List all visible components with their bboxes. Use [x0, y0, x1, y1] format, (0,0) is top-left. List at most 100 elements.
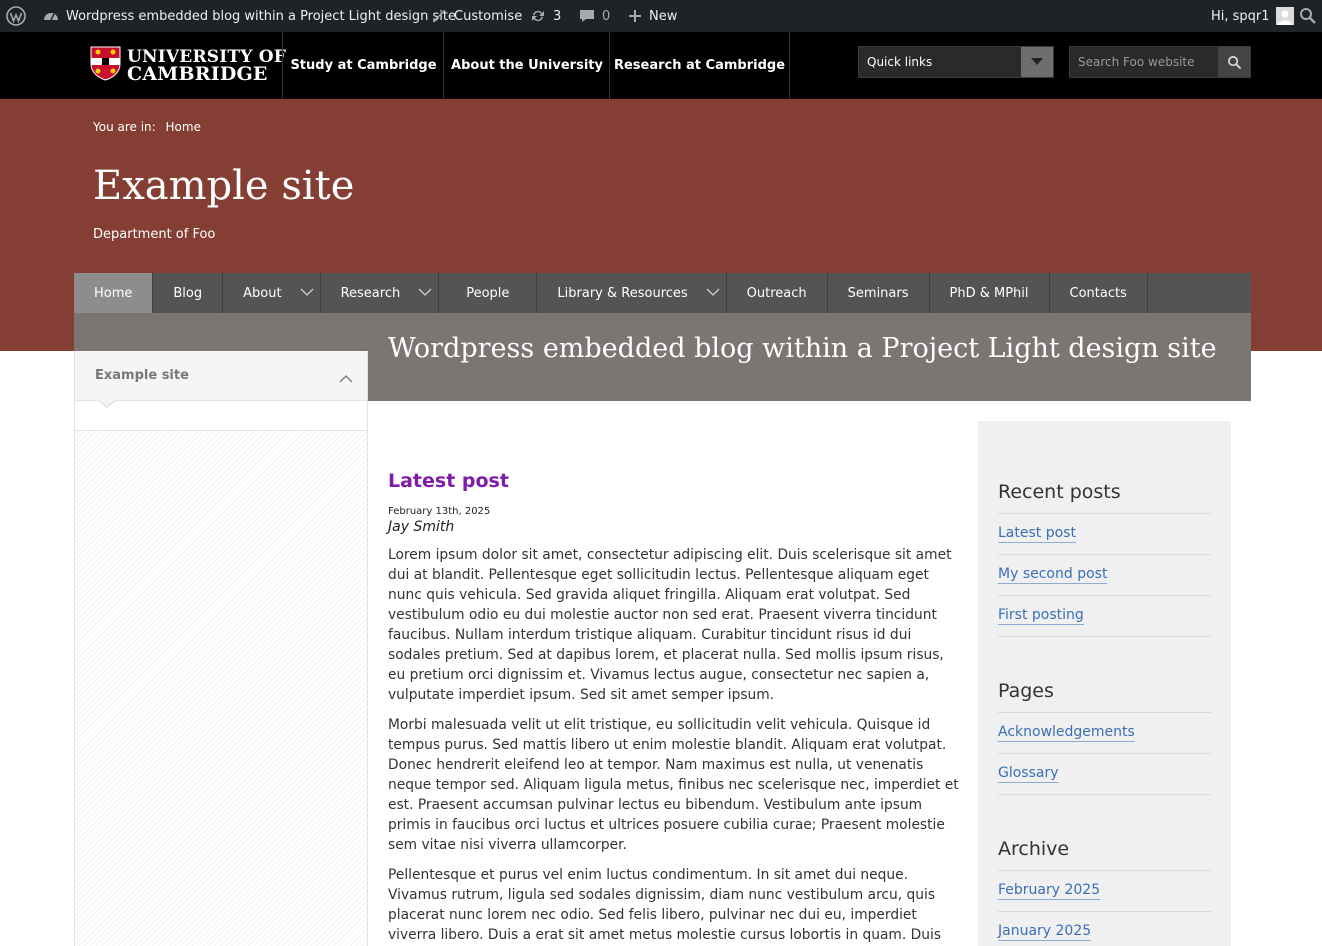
site-subtitle: Department of Foo — [93, 227, 216, 242]
nav-label: PhD & MPhil — [949, 285, 1029, 301]
post-paragraph: Lorem ipsum dolor sit amet, consectetur … — [388, 547, 952, 703]
nav-item-about[interactable]: About — [223, 273, 321, 313]
post-paragraph: Morbi malesuada velit ut elit tristique,… — [388, 717, 959, 853]
nav-label: Library & Resources — [557, 285, 688, 301]
nav-item-people[interactable]: People — [439, 273, 538, 313]
brush-icon — [430, 7, 448, 25]
main-nav: Home Blog About Research People Library … — [74, 273, 1251, 313]
chevron-down-icon — [1021, 47, 1053, 77]
comments-count: 0 — [602, 8, 611, 24]
list-item: February 2025 — [998, 871, 1211, 912]
chevron-down-icon[interactable] — [418, 285, 432, 303]
search-icon[interactable] — [1299, 0, 1317, 32]
breadcrumb: You are in: Home — [93, 120, 201, 134]
nav-label: Seminars — [847, 285, 909, 301]
list-item: Acknowledgements — [998, 713, 1211, 754]
site-title[interactable]: Example site — [93, 163, 354, 209]
chevron-down-icon[interactable] — [706, 285, 720, 303]
nav-label: Contacts — [1069, 285, 1127, 301]
search-button[interactable] — [1218, 47, 1250, 77]
recent-posts-widget: Recent posts Latest post My second post … — [998, 481, 1211, 637]
archive-widget: Archive February 2025 January 2025 — [998, 838, 1211, 946]
nav-label: Blog — [173, 285, 203, 301]
list-item: Latest post — [998, 514, 1211, 555]
wordpress-logo-icon[interactable] — [6, 0, 26, 32]
university-logo[interactable]: UNIVERSITY OF CAMBRIDGE — [90, 46, 286, 85]
list-item: First posting — [998, 596, 1211, 637]
site-name-link[interactable]: Wordpress embedded blog within a Project… — [42, 0, 456, 32]
quicklinks-label: Quick links — [867, 55, 933, 69]
post-title[interactable]: Latest post — [388, 470, 960, 492]
recent-post-link[interactable]: My second post — [998, 566, 1108, 584]
chevron-up-icon[interactable] — [339, 371, 353, 387]
nav-item-research[interactable]: Research — [321, 273, 440, 313]
nav-item-phd-mphil[interactable]: PhD & MPhil — [930, 273, 1050, 313]
nav-item-library[interactable]: Library & Resources — [537, 273, 727, 313]
list-item: Glossary — [998, 754, 1211, 795]
section-nav: Example site — [74, 351, 368, 946]
crest-icon — [90, 46, 121, 85]
nav-label: Research — [340, 285, 401, 301]
post-date: February 13th, 2025 — [388, 506, 491, 517]
topnav-about-university[interactable]: About the University — [443, 32, 610, 99]
customise-label: Customise — [454, 8, 523, 24]
list-item: My second post — [998, 555, 1211, 596]
quicklinks-select[interactable]: Quick links — [858, 46, 1054, 78]
nav-item-outreach[interactable]: Outreach — [727, 273, 828, 313]
nav-item-seminars[interactable]: Seminars — [828, 273, 930, 313]
nav-label: Home — [94, 285, 133, 301]
dashboard-icon — [42, 7, 60, 25]
search-icon — [1227, 55, 1241, 69]
archive-link[interactable]: January 2025 — [998, 923, 1092, 941]
updates-link[interactable]: 3 — [529, 0, 561, 32]
topnav-study[interactable]: Study at Cambridge — [282, 32, 444, 99]
page-title-panel: Wordpress embedded blog within a Project… — [368, 313, 1251, 401]
pages-widget: Pages Acknowledgements Glossary — [998, 680, 1211, 795]
avatar — [1275, 7, 1294, 25]
nav-item-home[interactable]: Home — [74, 273, 154, 313]
post-author: Jay Smith — [388, 519, 455, 535]
pages-heading: Pages — [998, 680, 1211, 713]
archive-link[interactable]: February 2025 — [998, 882, 1101, 900]
comment-icon — [578, 7, 596, 25]
logo-line-2: CAMBRIDGE — [127, 62, 268, 85]
search-input[interactable] — [1070, 47, 1220, 77]
site-search — [1069, 46, 1251, 78]
university-header: UNIVERSITY OF CAMBRIDGE Study at Cambrid… — [0, 32, 1322, 99]
plus-icon — [627, 8, 643, 24]
nav-item-blog[interactable]: Blog — [153, 273, 224, 313]
new-label: New — [649, 8, 678, 24]
nav-item-contacts[interactable]: Contacts — [1050, 273, 1148, 313]
section-nav-spacer — [75, 401, 367, 431]
page-link[interactable]: Acknowledgements — [998, 724, 1135, 742]
breadcrumb-label: You are in: — [93, 120, 156, 134]
new-content-link[interactable]: New — [627, 0, 677, 32]
recent-posts-heading: Recent posts — [998, 481, 1211, 514]
customise-link[interactable]: Customise — [430, 0, 522, 32]
refresh-icon — [529, 7, 547, 25]
post-article: Latest post February 13th, 2025 Jay Smit… — [388, 470, 960, 946]
blog-sidebar: Recent posts Latest post My second post … — [978, 421, 1231, 946]
page-link[interactable]: Glossary — [998, 765, 1059, 783]
recent-post-link[interactable]: Latest post — [998, 525, 1076, 543]
site-name-label: Wordpress embedded blog within a Project… — [66, 8, 456, 24]
archive-heading: Archive — [998, 838, 1211, 871]
nav-label: Outreach — [746, 285, 807, 301]
chevron-down-icon[interactable] — [300, 285, 314, 303]
admin-bar: Wordpress embedded blog within a Project… — [0, 0, 1322, 32]
account-menu[interactable]: Hi, spqr1 — [1211, 0, 1294, 32]
post-body: Lorem ipsum dolor sit amet, consectetur … — [388, 545, 960, 946]
nav-label: About — [243, 285, 282, 301]
section-nav-header[interactable]: Example site — [75, 351, 367, 401]
section-nav-title: Example site — [95, 368, 189, 383]
breadcrumb-home[interactable]: Home — [166, 120, 201, 134]
list-item: January 2025 — [998, 912, 1211, 946]
topnav-research[interactable]: Research at Cambridge — [609, 32, 790, 99]
comments-link[interactable]: 0 — [578, 0, 610, 32]
updates-count: 3 — [553, 8, 562, 24]
greeting: Hi, spqr1 — [1211, 8, 1270, 24]
page-title: Wordpress embedded blog within a Project… — [388, 333, 1217, 364]
recent-post-link[interactable]: First posting — [998, 607, 1084, 625]
post-paragraph: Pellentesque et purus vel enim luctus co… — [388, 867, 942, 943]
nav-label: People — [466, 285, 510, 301]
